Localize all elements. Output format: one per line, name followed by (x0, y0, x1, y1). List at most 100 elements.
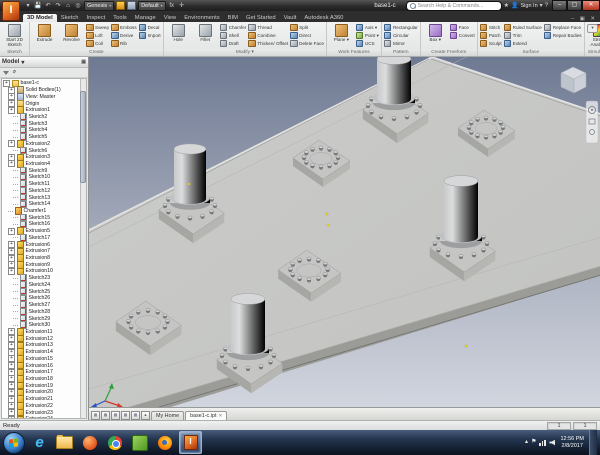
tree-item-extrusion2[interactable]: +Extrusion2 (8, 140, 80, 147)
work-point[interactable] (465, 345, 467, 347)
tree-item-extrusion23[interactable]: +Extrusion23 (8, 409, 80, 416)
measure-icon[interactable]: ✛ (178, 2, 186, 10)
direct-button[interactable]: Direct (290, 32, 324, 39)
tree-item-sketch6[interactable]: Sketch6 (13, 147, 80, 154)
freeform-box-button[interactable]: Box ▾ (423, 23, 448, 49)
show-desktop-button[interactable] (589, 430, 597, 455)
delete-face-button[interactable]: Delete Face (290, 40, 324, 47)
emboss-button[interactable]: Emboss (111, 24, 137, 31)
minimize-button[interactable]: – (552, 0, 567, 11)
start-button[interactable] (3, 432, 25, 454)
expand-icon[interactable]: + (8, 140, 15, 147)
axis-button[interactable]: Axis ▾ (356, 24, 379, 31)
sign-in-button[interactable]: Sign In (521, 3, 538, 9)
freeform-face-button[interactable]: Face (450, 24, 475, 31)
expand-icon[interactable]: + (8, 416, 15, 419)
tree-scrollbar[interactable] (80, 79, 86, 418)
tab-inspect[interactable]: Inspect (83, 14, 110, 23)
expand-icon[interactable]: + (8, 228, 15, 235)
point-button[interactable]: Point ▾ (356, 32, 379, 39)
ucs-button[interactable]: UCS (356, 40, 379, 47)
tab-bim[interactable]: BIM (224, 14, 242, 23)
document-tab-my-home[interactable]: My Home (151, 411, 184, 420)
network-icon[interactable] (539, 440, 546, 446)
freeform-convert-button[interactable]: Convert (450, 32, 475, 39)
tab-vault[interactable]: Vault (280, 14, 301, 23)
tab-3d-model[interactable]: 3D Model (23, 14, 57, 23)
patch-button[interactable]: Patch (480, 32, 502, 39)
home-icon[interactable]: ⌂ (64, 2, 72, 10)
stitch-button[interactable]: Stitch (480, 24, 502, 31)
action-center-flag-icon[interactable]: ⚑ (531, 430, 536, 455)
fx-parameters-icon[interactable]: fx (168, 2, 176, 10)
ribbon-collapse-button[interactable]: ▾ (587, 24, 598, 33)
appearance-dropdown[interactable]: Default▾ (138, 1, 165, 11)
derive-button[interactable]: Derive (111, 32, 137, 39)
repair-bodies-button[interactable]: Repair Bodies (544, 32, 582, 39)
browser-header[interactable]: Model▾ ▣ (0, 57, 88, 68)
application-menu-button[interactable]: I (2, 1, 20, 21)
maximize-button[interactable]: ▢ (567, 0, 582, 11)
thread-button[interactable]: Thread (248, 24, 288, 31)
work-point[interactable] (327, 224, 329, 226)
sculpt-button[interactable]: Sculpt (480, 40, 502, 47)
viewport-layout-button[interactable]: ▦ (121, 411, 130, 420)
tab-view[interactable]: View (160, 14, 180, 23)
signin-dropdown-icon[interactable]: ▾ (540, 2, 543, 10)
close-tab-icon[interactable]: ✕ (218, 413, 222, 419)
trim-button[interactable]: Trim (504, 32, 542, 39)
circular-pattern-button[interactable]: Circular (384, 32, 418, 39)
tab-autodesk-a360[interactable]: Autodesk A360 (300, 14, 347, 23)
appearance-swatch-icon[interactable] (127, 1, 136, 10)
tab-get-started[interactable]: Get Started (242, 14, 280, 23)
inventor-taskbar-button[interactable]: I (179, 431, 202, 454)
tree-item-extrusion4[interactable]: +Extrusion4 (8, 161, 80, 168)
extend-button[interactable]: Extend (504, 40, 542, 47)
orbit-icon[interactable]: ◎ (74, 2, 82, 10)
tab-bar-expand-button[interactable]: ▲ (141, 411, 150, 420)
start-2d-sketch-button[interactable]: Start 2D Sketch (2, 23, 27, 49)
expand-icon[interactable]: + (8, 160, 15, 167)
user-icon[interactable]: 👤 (511, 2, 518, 10)
tree-item-extrusion5[interactable]: +Extrusion5 (8, 228, 80, 235)
loft-button[interactable]: Loft (86, 32, 109, 39)
save-icon[interactable]: 💾 (34, 2, 42, 10)
taskbar-clock[interactable]: 12:56 PM 2/8/2017 (560, 436, 584, 450)
tab-environments[interactable]: Environments (180, 14, 223, 23)
combine-button[interactable]: Combine (248, 32, 288, 39)
tab-manage[interactable]: Manage (131, 14, 160, 23)
filter-icon[interactable] (3, 71, 9, 75)
help-icon[interactable]: ? (545, 2, 548, 10)
viewport-layout-button[interactable]: ▦ (131, 411, 140, 420)
material-color-icon[interactable] (116, 1, 125, 10)
viewport-layout-button[interactable]: ▦ (91, 411, 100, 420)
undo-icon[interactable]: ↶ (44, 2, 52, 10)
replace-face-button[interactable]: Replace Face (544, 24, 582, 31)
rectangular-pattern-button[interactable]: Rectangular (384, 24, 418, 31)
navigation-bar[interactable] (586, 101, 598, 143)
tree-item-sketch14[interactable]: Sketch14 (13, 201, 80, 208)
show-hidden-icons[interactable]: ▴ (525, 430, 528, 455)
revolve-button[interactable]: Revolve (59, 23, 84, 49)
3d-viewport-canvas[interactable] (89, 57, 600, 409)
document-tab-base1-c-ipt[interactable]: base1-c.ipt✕ (185, 411, 227, 420)
work-point[interactable] (326, 213, 328, 215)
tree-item-sketch13[interactable]: Sketch13 (13, 194, 80, 201)
star-favorites-icon[interactable]: ★ (504, 2, 509, 10)
extrude-button[interactable]: Extrude (32, 23, 57, 49)
draft-button[interactable]: Draft (220, 40, 247, 47)
expand-icon[interactable]: + (8, 268, 15, 275)
tree-item-extrusion24[interactable]: +Extrusion24 (8, 416, 80, 419)
volume-icon[interactable] (549, 440, 555, 446)
tree-item-sketch25[interactable]: Sketch25 (13, 288, 80, 295)
tree-item-extrusion1[interactable]: +Extrusion1 (8, 107, 80, 114)
qat-menu-arrow-icon[interactable]: ▾ (24, 2, 32, 10)
thicken-offset-button[interactable]: Thicken/ Offset (248, 40, 288, 47)
tab-tools[interactable]: Tools (109, 14, 131, 23)
hole-button[interactable]: Hole (166, 23, 191, 49)
expand-icon[interactable]: + (8, 107, 15, 114)
import-button[interactable]: Import (139, 32, 161, 39)
shell-button[interactable]: Shell (220, 32, 247, 39)
tree-item-extrusion16[interactable]: +Extrusion16 (8, 362, 80, 369)
material-dropdown[interactable]: Genesis▾ (84, 1, 114, 11)
